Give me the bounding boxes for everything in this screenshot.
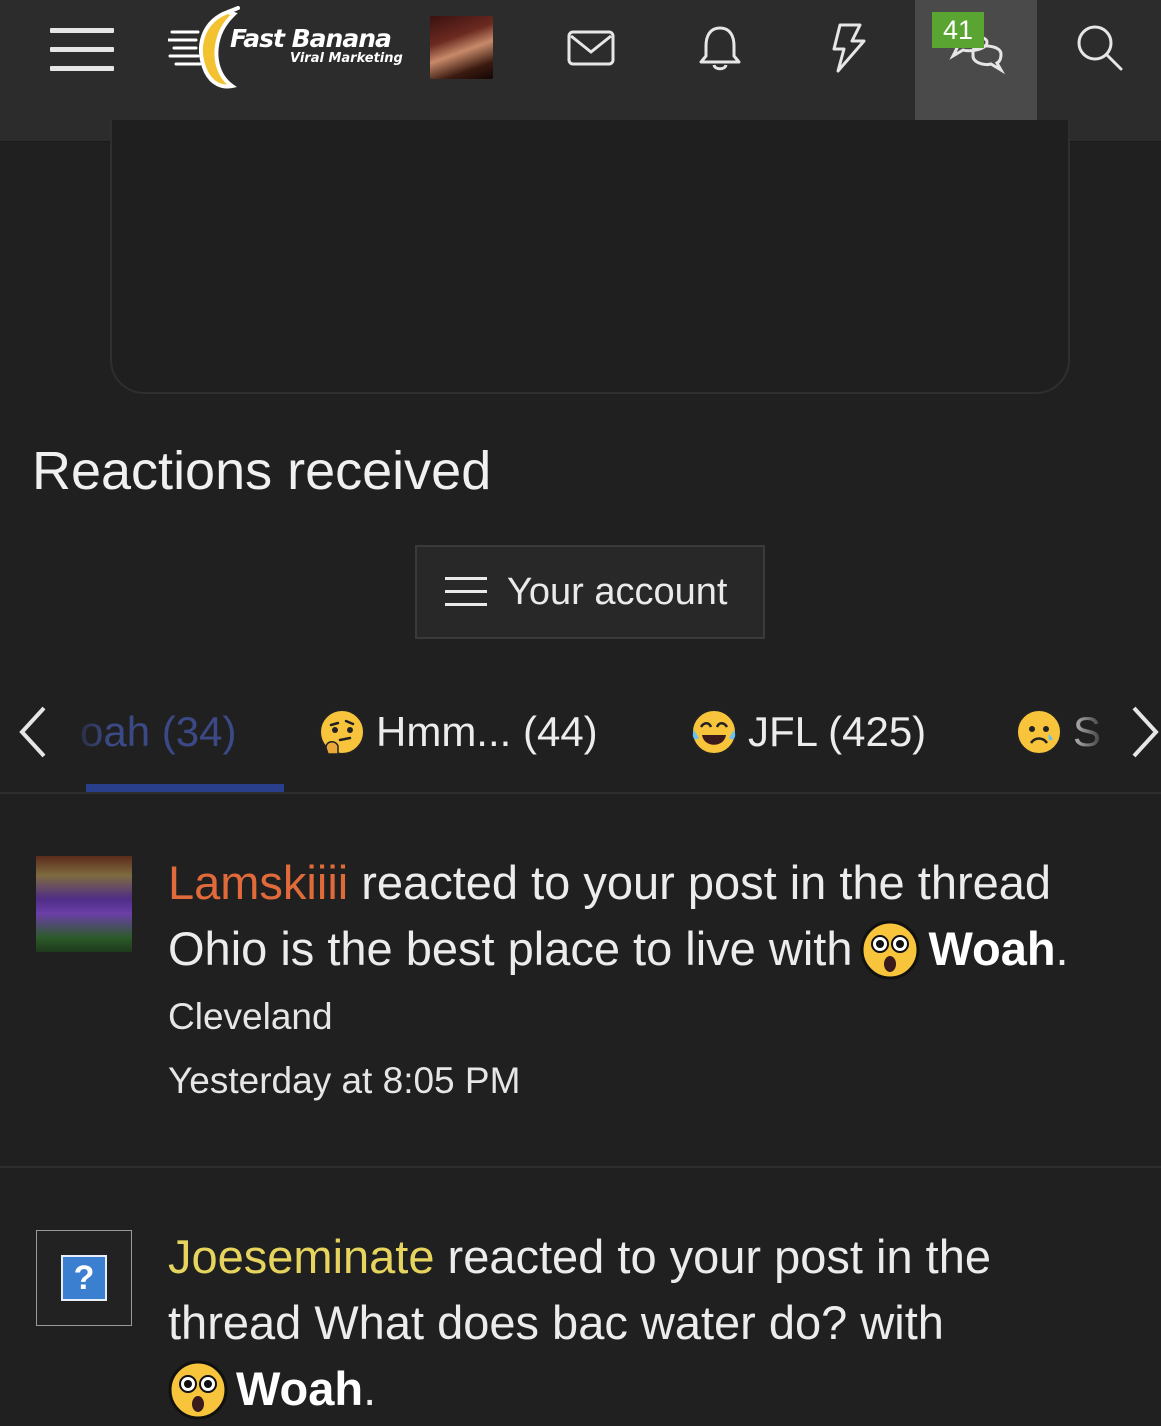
search-icon [1077,25,1123,71]
your-account-button[interactable]: Your account [415,545,765,639]
alert-username[interactable]: Lamskiiii [168,856,348,909]
site-logo[interactable]: Fast Banana Viral Marketing [168,6,404,92]
tab-fade-left [50,680,110,792]
your-account-label: Your account [507,570,728,613]
tab-jfl[interactable]: JFL (425) [690,708,926,756]
alert-location: Cleveland [168,996,333,1037]
avatar[interactable]: ? [36,1230,132,1326]
tab-hmm-label: Hmm... (44) [376,708,598,755]
content-card [110,120,1070,394]
sad-face-icon [1016,709,1062,755]
active-tab-indicator [86,784,284,792]
alert-text: Lamskiiii reacted to your post in the th… [168,850,1128,986]
conversations-badge: 41 [932,12,984,48]
lightning-icon [832,23,866,73]
alerts-button[interactable] [680,8,760,88]
avatar-placeholder-icon: ? [61,1255,107,1301]
inbox-button[interactable] [551,8,631,88]
thinking-face-icon [319,709,365,755]
alert-reaction: Woah [236,1362,364,1415]
surprised-face-icon [168,1360,228,1420]
logo-subtitle: Viral Marketing [290,51,403,66]
logo-text: Fast Banana Viral Marketing [230,24,403,66]
logo-title: Fast Banana [230,24,392,53]
alert-text: Joeseminate reacted to your post in the … [168,1224,1128,1426]
menu-icon [50,28,114,33]
scroll-left-icon[interactable] [14,704,54,760]
scroll-right-icon[interactable] [1124,704,1161,760]
alert-reaction: Woah [928,922,1056,975]
tab-fade-right [1060,680,1130,792]
surprised-face-icon [860,920,920,980]
menu-icon-bar [50,66,114,71]
list-icon [445,575,491,609]
menu-icon-bar [50,47,114,52]
reaction-tabs: oah (34) Hmm... (44) JFL (425) [0,680,1161,794]
user-avatar[interactable] [430,16,493,79]
search-button[interactable] [1060,8,1140,88]
alert-item[interactable]: Lamskiiii reacted to your post in the th… [0,796,1161,1168]
tears-of-joy-face-icon [691,709,737,755]
page-title: Reactions received [32,441,492,501]
whats-new-button[interactable] [808,8,888,88]
menu-button[interactable] [40,14,124,84]
tab-hmm[interactable]: Hmm... (44) [318,708,598,756]
conversations-button[interactable]: 41 [915,0,1037,125]
bell-icon [699,26,741,71]
alert-username[interactable]: Joeseminate [168,1230,435,1283]
tab-jfl-label: JFL (425) [748,708,927,755]
alert-item[interactable]: ? Joeseminate reacted to your post in th… [0,1170,1161,1420]
envelope-icon [567,30,615,66]
avatar[interactable] [36,856,132,952]
alert-time: Yesterday at 8:05 PM [168,1060,521,1101]
